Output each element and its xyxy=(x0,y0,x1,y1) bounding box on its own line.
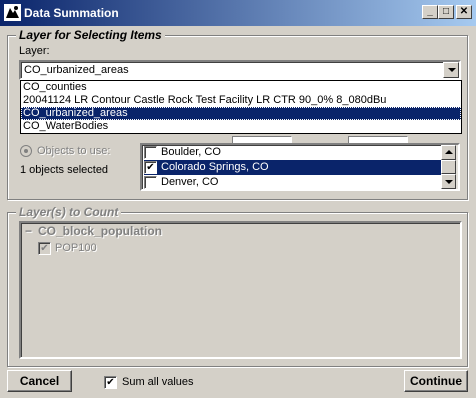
dropdown-option[interactable]: CO_counties xyxy=(21,81,461,94)
objects-selected-count: 1 objects selected xyxy=(20,164,109,176)
layer-dropdown-list[interactable]: CO_counties 20041124 LR Contour Castle R… xyxy=(20,80,462,134)
sum-all-label: Sum all values xyxy=(122,376,194,388)
list-item-label: Colorado Springs, CO xyxy=(161,161,269,173)
list-item[interactable]: Boulder, CO xyxy=(144,145,442,160)
layer-selection-legend: Layer for Selecting Items xyxy=(16,28,165,42)
layers-tree: − CO_block_population ✔ POP100 xyxy=(19,221,462,359)
title-bar[interactable]: Data Summation _ □ ✕ xyxy=(0,0,476,26)
layer-combobox-value: CO_urbanized_areas xyxy=(24,64,129,76)
dropdown-option[interactable]: CO_WaterBodies xyxy=(21,120,461,133)
chevron-down-icon xyxy=(445,180,453,184)
layer-dropdown-button[interactable] xyxy=(443,62,459,78)
minimize-button[interactable]: _ xyxy=(422,5,438,19)
scroll-down-button[interactable] xyxy=(441,174,456,189)
tree-collapse-icon: − xyxy=(25,224,33,238)
layer-combobox[interactable]: CO_urbanized_areas xyxy=(19,60,461,80)
maximize-button[interactable]: □ xyxy=(438,5,454,19)
list-item[interactable]: ✔ Colorado Springs, CO xyxy=(144,160,442,175)
checkbox[interactable] xyxy=(144,146,157,159)
layer-label: Layer: xyxy=(19,45,50,57)
dropdown-option[interactable]: 20041124 LR Contour Castle Rock Test Fac… xyxy=(21,94,461,107)
checkbox[interactable]: ✔ xyxy=(144,161,157,174)
chevron-down-icon xyxy=(448,68,456,72)
dropdown-option-selected[interactable]: CO_urbanized_areas xyxy=(21,107,461,120)
list-item[interactable]: Denver, CO xyxy=(144,175,442,189)
layers-to-count-legend: Layer(s) to Count xyxy=(16,205,122,219)
chevron-up-icon xyxy=(445,150,453,154)
window-title: Data Summation xyxy=(24,6,119,20)
scroll-thumb[interactable] xyxy=(441,160,456,174)
close-button[interactable]: ✕ xyxy=(456,5,472,19)
tree-child-label: POP100 xyxy=(55,242,97,254)
continue-button[interactable]: Continue xyxy=(404,370,468,392)
tree-root-label: CO_block_population xyxy=(38,224,163,238)
objects-to-use-label: Objects to use: xyxy=(37,145,111,157)
cancel-button[interactable]: Cancel xyxy=(7,370,72,392)
scroll-up-button[interactable] xyxy=(441,145,456,160)
checkbox[interactable] xyxy=(144,176,157,189)
list-scrollbar[interactable] xyxy=(441,145,458,189)
objects-to-use-radio[interactable] xyxy=(20,145,32,157)
checkbox: ✔ xyxy=(38,242,51,255)
app-icon xyxy=(4,4,21,21)
list-item-label: Boulder, CO xyxy=(161,146,221,158)
sum-all-checkbox[interactable]: ✔ xyxy=(104,376,117,389)
objects-list[interactable]: Boulder, CO ✔ Colorado Springs, CO Denve… xyxy=(140,143,460,191)
list-item-label: Denver, CO xyxy=(161,176,219,188)
